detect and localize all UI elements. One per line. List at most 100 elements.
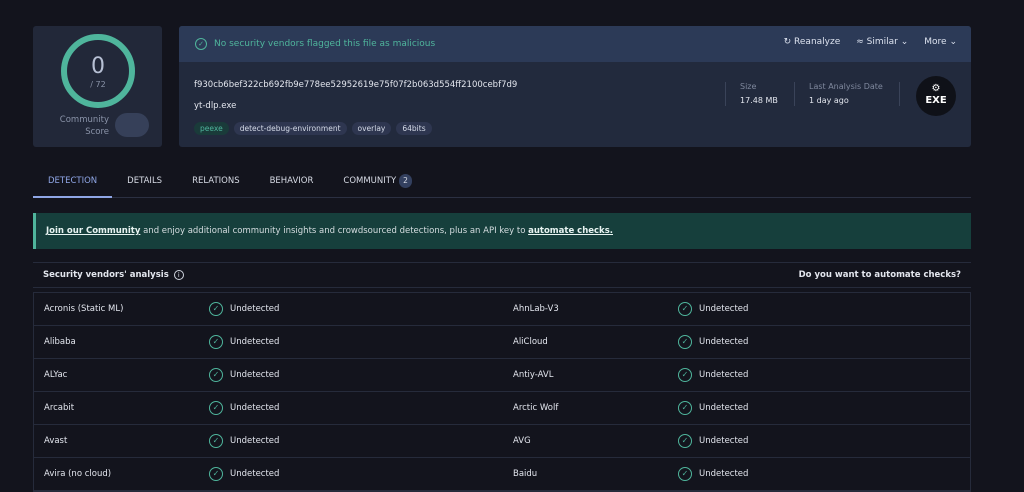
label-line2: Score bbox=[85, 127, 109, 137]
file-name: yt-dlp.exe bbox=[194, 101, 237, 111]
similar-label: Similar bbox=[866, 37, 898, 47]
status-band: ✓ No security vendors flagged this file a… bbox=[179, 26, 971, 62]
more-label: More bbox=[924, 37, 947, 47]
divider bbox=[899, 82, 900, 106]
check-circle-icon: ✓ bbox=[678, 434, 692, 448]
check-circle-icon: ✓ bbox=[209, 467, 223, 481]
vendors-header: Security vendors' analysis i Do you want t… bbox=[33, 262, 971, 288]
join-community-link[interactable]: Join our Community bbox=[46, 226, 140, 236]
size-info: Size 17.48 MB bbox=[740, 82, 778, 105]
size-label: Size bbox=[740, 82, 757, 91]
tab-details[interactable]: DETAILS bbox=[112, 174, 177, 198]
check-circle-icon: ✓ bbox=[678, 302, 692, 316]
check-circle-icon: ✓ bbox=[678, 368, 692, 382]
check-circle-icon: ✓ bbox=[209, 401, 223, 415]
automate-checks-link[interactable]: automate checks. bbox=[528, 226, 613, 236]
action-bar: ↻ Reanalyze ≈ Similar ⌄ More ⌄ bbox=[784, 37, 957, 47]
automate-checks-link[interactable]: Do you want to automate checks? bbox=[799, 270, 961, 280]
vendor-table: Acronis (Static ML) ✓ Undetected AhnLab-… bbox=[33, 292, 971, 492]
tab-behavior[interactable]: BEHAVIOR bbox=[255, 174, 329, 198]
tag[interactable]: overlay bbox=[351, 122, 392, 135]
status-text: No security vendors flagged this file as… bbox=[214, 39, 436, 49]
vendor-result: Undetected bbox=[230, 403, 280, 413]
vendor-name: Baidu bbox=[513, 469, 538, 479]
vendor-name: Antiy-AVL bbox=[513, 370, 554, 380]
info-icon[interactable]: i bbox=[173, 270, 184, 280]
divider bbox=[725, 82, 726, 106]
check-circle-icon: ✓ bbox=[195, 38, 207, 50]
table-row: ALYac ✓ Undetected Antiy-AVL ✓ Undetecte… bbox=[34, 359, 970, 392]
tag[interactable]: peexe bbox=[194, 122, 229, 135]
size-value: 17.48 MB bbox=[740, 96, 778, 105]
count-badge: 2 bbox=[399, 174, 412, 188]
vendor-result: Undetected bbox=[699, 337, 749, 347]
check-circle-icon: ✓ bbox=[678, 467, 692, 481]
label-line1: Community bbox=[59, 115, 109, 125]
refresh-icon: ↻ bbox=[783, 37, 795, 47]
tab-relations[interactable]: RELATIONS bbox=[177, 174, 255, 198]
check-circle-icon: ✓ bbox=[209, 368, 223, 382]
vendor-result: Undetected bbox=[699, 436, 749, 446]
table-row: Avast ✓ Undetected AVG ✓ Undetected bbox=[34, 425, 970, 458]
vendor-result: Undetected bbox=[230, 469, 280, 479]
vendor-result: Undetected bbox=[699, 403, 749, 413]
table-row: Avira (no cloud) ✓ Undetected Baidu ✓ Un… bbox=[34, 458, 970, 491]
reanalyze-label: Reanalyze bbox=[794, 37, 841, 47]
chevron-down-icon: ⌄ bbox=[946, 37, 957, 47]
vendor-name: AVG bbox=[513, 436, 531, 446]
community-score-label: Community Score bbox=[49, 114, 109, 138]
tag[interactable]: 64bits bbox=[396, 122, 432, 135]
check-circle-icon: ✓ bbox=[209, 335, 223, 349]
tab-detection[interactable]: DETECTION bbox=[33, 174, 113, 198]
reanalyze-button[interactable]: ↻ Reanalyze bbox=[784, 37, 841, 47]
tag[interactable]: detect-debug-environment bbox=[233, 122, 347, 135]
vendor-result: Undetected bbox=[230, 370, 280, 380]
similar-button[interactable]: ≈ Similar ⌄ bbox=[856, 37, 908, 47]
vendor-result: Undetected bbox=[699, 370, 749, 380]
similar-icon: ≈ bbox=[856, 37, 867, 47]
table-row: Acronis (Static ML) ✓ Undetected AhnLab-… bbox=[34, 293, 970, 326]
score-total: / 72 bbox=[90, 80, 106, 89]
check-circle-icon: ✓ bbox=[678, 335, 692, 349]
vendor-result: Undetected bbox=[699, 304, 749, 314]
tab-bar: DETECTION DETAILS RELATIONS BEHAVIOR COM… bbox=[33, 174, 971, 198]
vendor-result: Undetected bbox=[230, 304, 280, 314]
date-info: Last Analysis Date 1 day ago bbox=[809, 82, 883, 105]
gear-icon: ⚙ bbox=[931, 83, 941, 94]
status-message: ✓ No security vendors flagged this file a… bbox=[195, 38, 435, 50]
vendor-name: Avira (no cloud) bbox=[44, 469, 112, 479]
file-hash[interactable]: f930cb6bef322cb692fb9e778ee52952619e75f0… bbox=[194, 80, 517, 90]
score-ring: 0 / 72 bbox=[61, 34, 135, 108]
community-banner: Join our Community and enjoy additional … bbox=[33, 213, 971, 249]
table-row: Arcabit ✓ Undetected Arctic Wolf ✓ Undet… bbox=[34, 392, 970, 425]
section-title: Security vendors' analysis bbox=[43, 270, 169, 280]
check-circle-icon: ✓ bbox=[209, 434, 223, 448]
vendor-name: AhnLab-V3 bbox=[513, 304, 559, 314]
tab-label: COMMUNITY bbox=[343, 176, 397, 186]
vendor-name: Arcabit bbox=[44, 403, 75, 413]
vendor-name: Acronis (Static ML) bbox=[44, 304, 124, 314]
vendor-result: Undetected bbox=[699, 469, 749, 479]
check-circle-icon: ✓ bbox=[209, 302, 223, 316]
score-value: 0 bbox=[91, 54, 105, 79]
vote-toggle[interactable] bbox=[115, 113, 149, 137]
tab-community[interactable]: COMMUNITY 2 bbox=[328, 174, 427, 198]
chevron-down-icon: ⌄ bbox=[897, 37, 909, 47]
exe-file-type-icon: ⚙ EXE bbox=[916, 76, 956, 116]
date-value: 1 day ago bbox=[809, 96, 849, 105]
vendor-name: AliCloud bbox=[513, 337, 548, 347]
divider bbox=[794, 82, 795, 106]
check-circle-icon: ✓ bbox=[678, 401, 692, 415]
table-row: Alibaba ✓ Undetected AliCloud ✓ Undetect… bbox=[34, 326, 970, 359]
vendor-name: Avast bbox=[44, 436, 68, 446]
tag-list: peexe detect-debug-environment overlay 6… bbox=[194, 122, 432, 135]
date-label: Last Analysis Date bbox=[809, 82, 883, 91]
vendor-result: Undetected bbox=[230, 436, 280, 446]
vendor-result: Undetected bbox=[230, 337, 280, 347]
file-type-label: EXE bbox=[925, 95, 947, 106]
banner-text: and enjoy additional community insights … bbox=[140, 226, 529, 236]
file-summary-card: ✓ No security vendors flagged this file a… bbox=[179, 26, 971, 147]
more-button[interactable]: More ⌄ bbox=[924, 37, 957, 47]
vendor-name: Arctic Wolf bbox=[513, 403, 559, 413]
vendor-name: Alibaba bbox=[44, 337, 76, 347]
